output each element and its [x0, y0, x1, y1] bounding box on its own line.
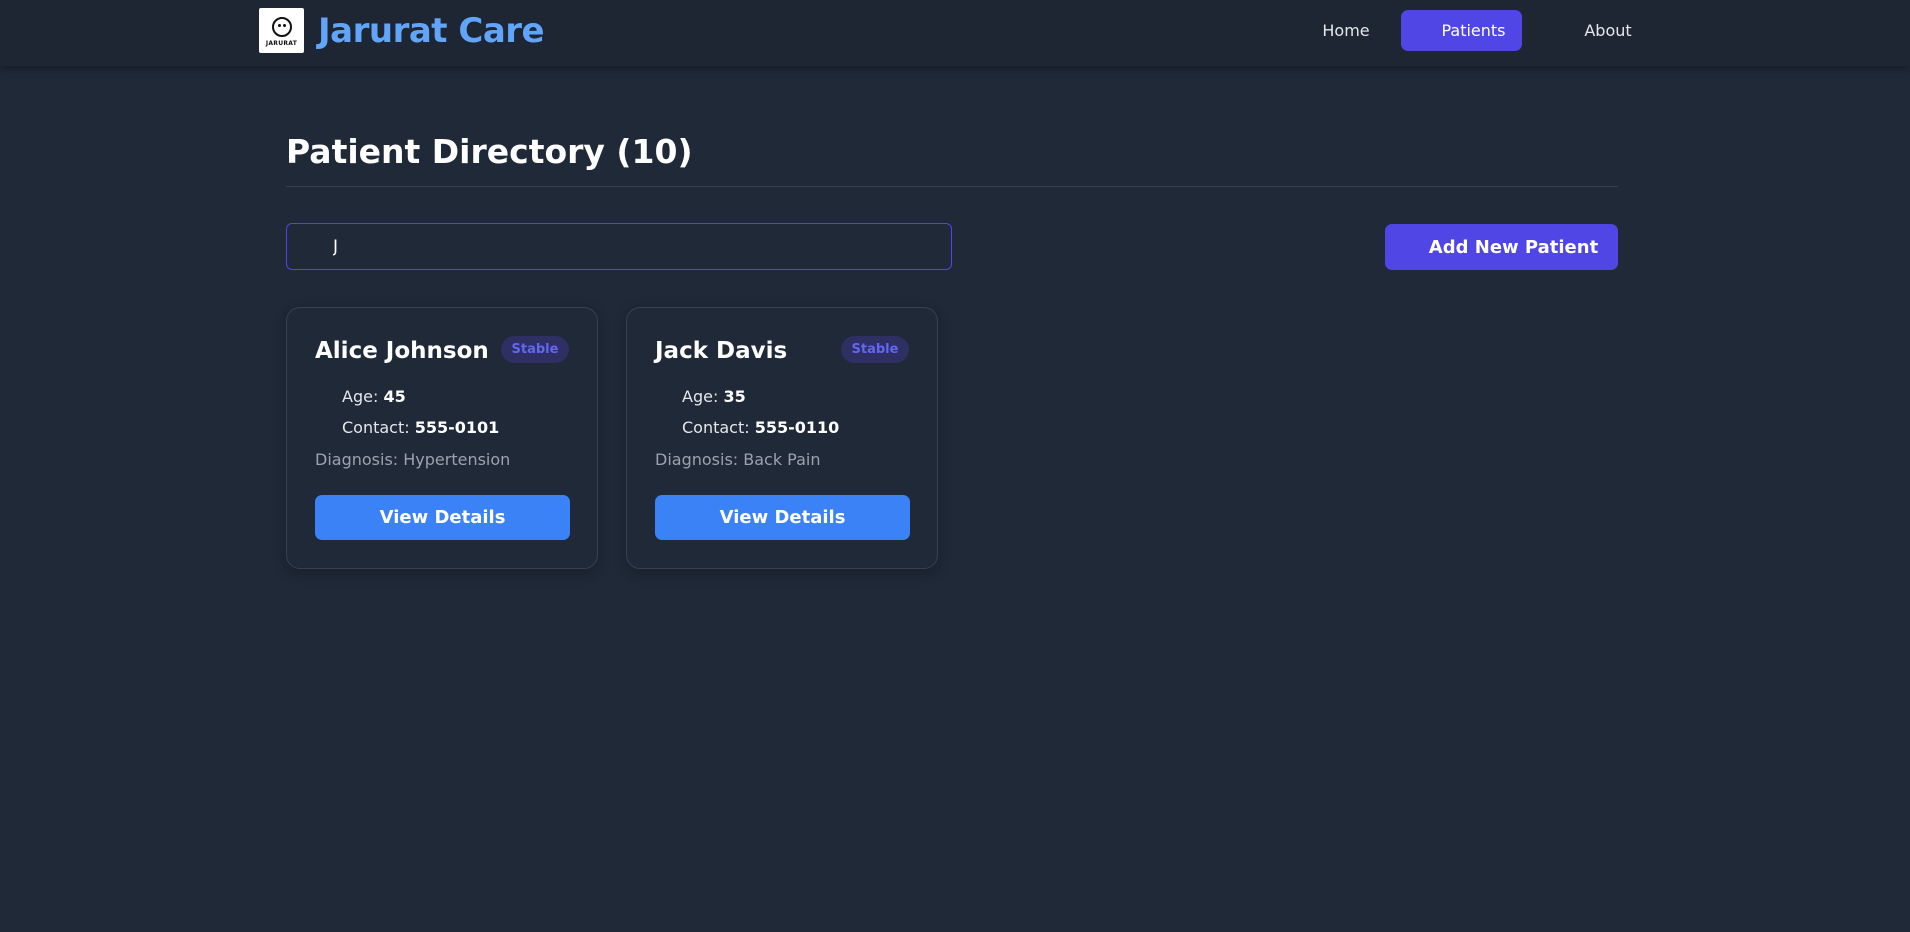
nav-about[interactable]: About	[1568, 10, 1648, 51]
title-divider	[286, 186, 1618, 187]
patient-diagnosis: Diagnosis: Hypertension	[315, 450, 511, 469]
page-title: Patient Directory (10)	[286, 132, 693, 171]
view-details-button[interactable]: View Details	[315, 495, 570, 540]
navbar: JARURAT Jarurat Care Home Patients About	[0, 0, 1910, 66]
patient-name: Jack Davis	[655, 338, 788, 364]
patient-contact: Contact: 555-0101	[342, 417, 499, 439]
add-new-patient-button[interactable]: Add New Patient	[1385, 224, 1618, 270]
patient-age: Age: 45	[342, 386, 406, 408]
patient-card: Jack Davis Stable Age: 35 Contact: 555-0…	[626, 307, 938, 569]
brand-title[interactable]: Jarurat Care	[318, 9, 545, 53]
contact-label: Contact:	[682, 418, 750, 437]
patient-diagnosis: Diagnosis: Back Pain	[655, 450, 821, 469]
logo[interactable]: JARURAT	[259, 8, 304, 53]
contact-value: 555-0101	[414, 418, 500, 437]
status-badge: Stable	[841, 336, 909, 363]
age-label: Age:	[682, 387, 719, 406]
status-badge: Stable	[501, 336, 569, 363]
logo-face-icon	[271, 16, 292, 37]
view-details-button[interactable]: View Details	[655, 495, 910, 540]
patient-contact: Contact: 555-0110	[682, 417, 839, 439]
logo-text: JARURAT	[265, 39, 298, 47]
age-label: Age:	[342, 387, 379, 406]
patient-age: Age: 35	[682, 386, 746, 408]
age-value: 35	[723, 387, 746, 406]
patient-card: Alice Johnson Stable Age: 45 Contact: 55…	[286, 307, 598, 569]
nav-home[interactable]: Home	[1310, 10, 1382, 51]
contact-label: Contact:	[342, 418, 410, 437]
patient-name: Alice Johnson	[315, 338, 489, 364]
search-input[interactable]	[286, 223, 952, 270]
age-value: 45	[383, 387, 406, 406]
contact-value: 555-0110	[754, 418, 840, 437]
nav-patients[interactable]: Patients	[1401, 10, 1522, 51]
